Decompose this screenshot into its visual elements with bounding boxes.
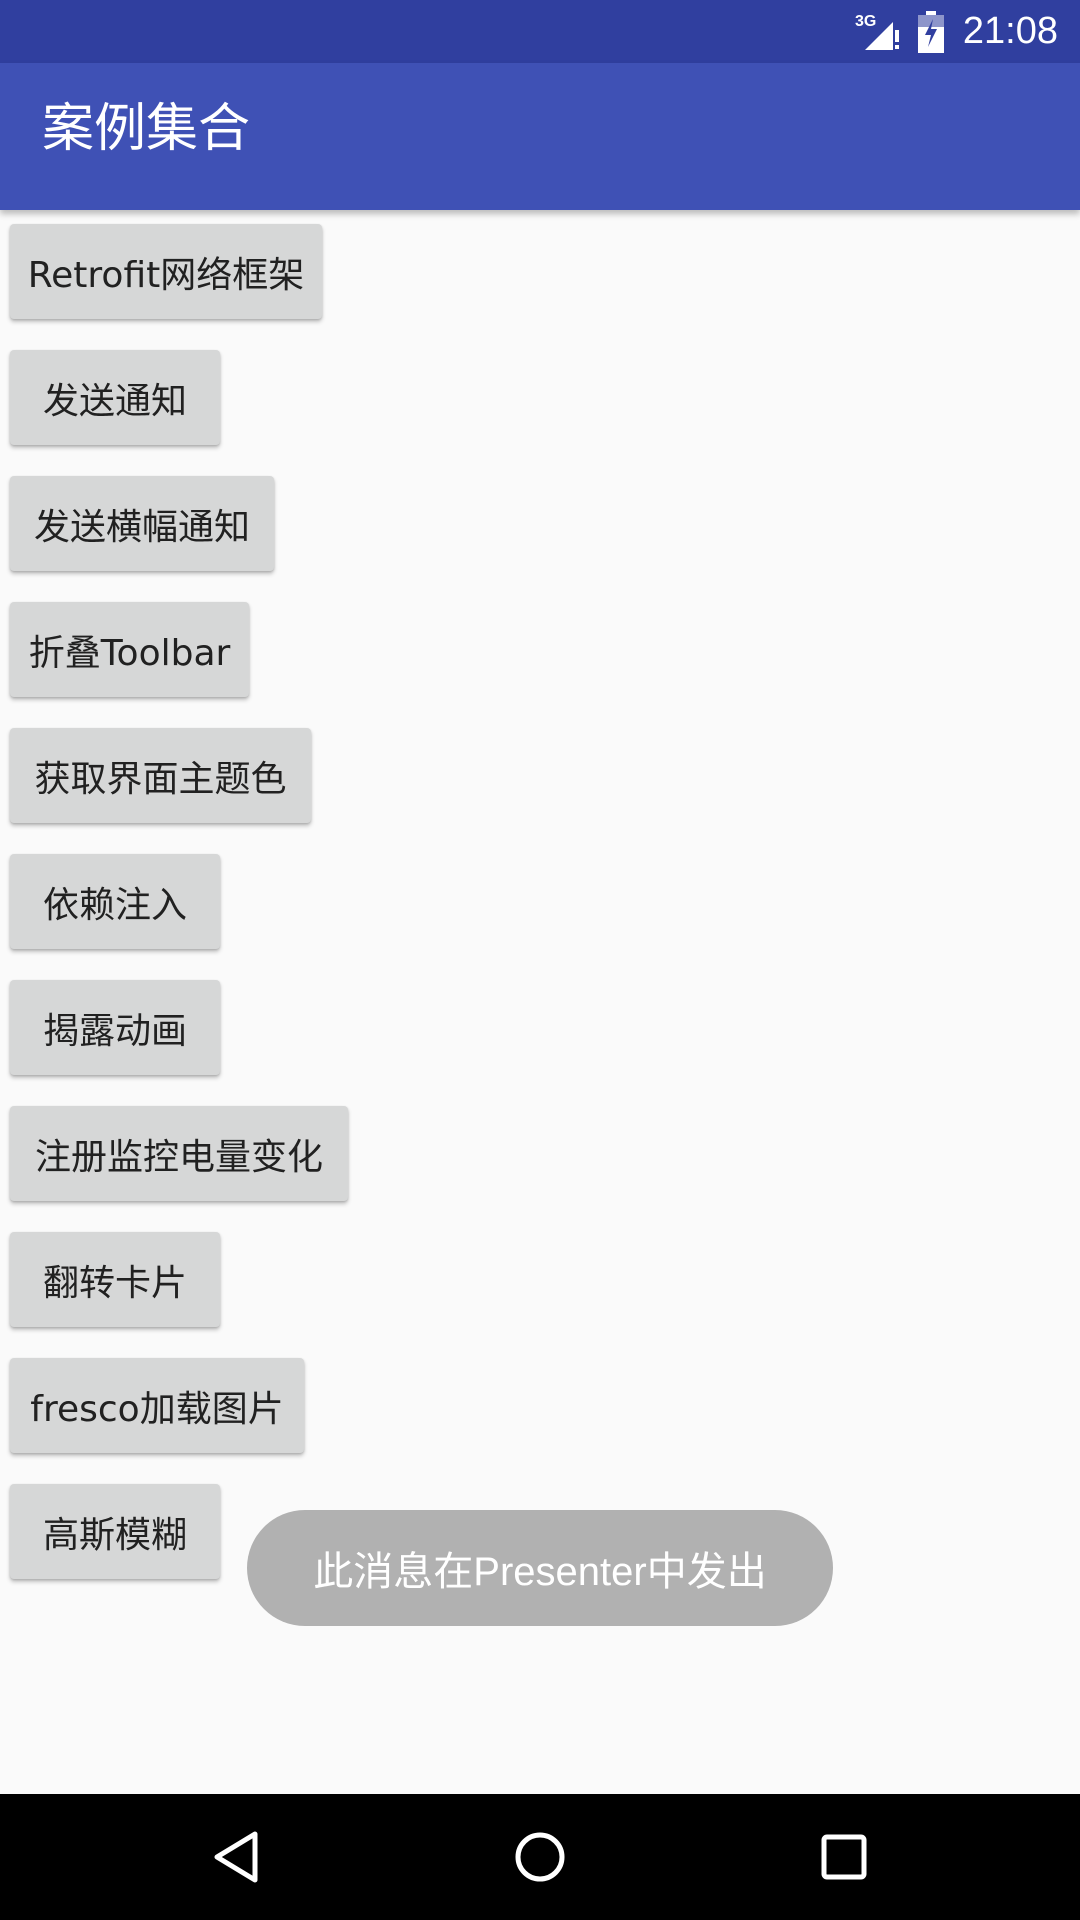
status-bar: 3G 21:08 (0, 0, 1080, 63)
fresco-image-button[interactable]: fresco加载图片 (10, 1358, 304, 1453)
battery-icon (917, 10, 944, 53)
collapsing-toolbar-button[interactable]: 折叠Toolbar (10, 602, 249, 697)
gaussian-blur-button[interactable]: 高斯模糊 (10, 1484, 220, 1579)
app-title: 案例集合 (42, 99, 251, 159)
app-bar: 案例集合 (0, 63, 1080, 210)
retrofit-button[interactable]: Retrofit网络框架 (10, 224, 322, 319)
send-banner-notification-button[interactable]: 发送横幅通知 (10, 476, 274, 571)
home-icon (515, 1832, 565, 1882)
send-notification-button[interactable]: 发送通知 (10, 350, 220, 445)
home-button[interactable] (477, 1794, 603, 1920)
theme-color-button[interactable]: 获取界面主题色 (10, 728, 311, 823)
dependency-injection-button[interactable]: 依赖注入 (10, 854, 220, 949)
back-button[interactable] (173, 1794, 299, 1920)
battery-monitor-button[interactable]: 注册监控电量变化 (10, 1106, 348, 1201)
network-type-label: 3G (855, 13, 876, 30)
status-time: 21:08 (962, 10, 1058, 52)
recents-button[interactable] (781, 1794, 907, 1920)
navigation-bar (0, 1794, 1080, 1920)
flip-card-button[interactable]: 翻转卡片 (10, 1232, 220, 1327)
recents-icon (821, 1834, 867, 1880)
back-icon (214, 1831, 258, 1883)
signal-3g-icon: 3G (855, 13, 899, 50)
status-icons: 3G 21:08 (855, 0, 1058, 63)
reveal-animation-button[interactable]: 揭露动画 (10, 980, 220, 1075)
toast-message: 此消息在Presenter中发出 (247, 1510, 833, 1626)
